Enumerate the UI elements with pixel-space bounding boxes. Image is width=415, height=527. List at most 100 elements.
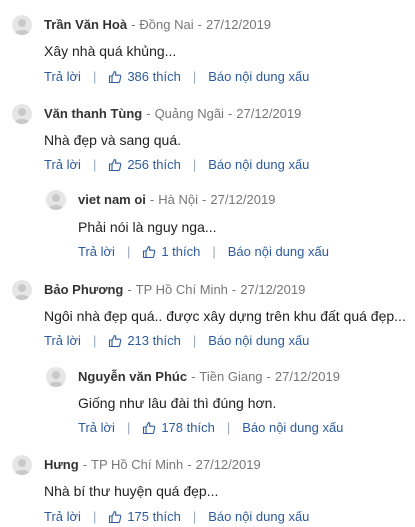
divider: | (226, 420, 231, 435)
author-name[interactable]: Nguyễn văn Phúc (78, 369, 187, 384)
separator: - (187, 457, 192, 472)
comment-header: Bảo Phương - TP Hồ Chí Minh -27/12/2019 (0, 280, 415, 300)
date: 27/12/2019 (274, 369, 340, 384)
comment-meta: viet nam oi - Hà Nội -27/12/2019 (78, 192, 275, 208)
avatar (46, 367, 66, 387)
comment-header: Trần Văn Hoà - Đồng Nai -27/12/2019 (0, 15, 415, 35)
separator: - (131, 17, 136, 32)
separator: - (202, 192, 207, 207)
like-count: 178 thích (161, 420, 215, 435)
comment-meta: Văn thanh Tùng - Quảng Ngãi -27/12/2019 (44, 106, 301, 122)
divider: | (192, 333, 197, 348)
report-button[interactable]: Báo nội dung xấu (208, 509, 309, 525)
divider: | (126, 420, 131, 435)
avatar (12, 280, 32, 300)
comment-text: Nhà bí thư huyện quá đẹp... (44, 483, 219, 499)
location: TP Hồ Chí Minh (135, 282, 228, 297)
comment-text: Phải nói là nguy nga... (78, 219, 217, 235)
divider: | (126, 244, 131, 259)
comment-text: Xây nhà quá khủng... (44, 43, 177, 59)
avatar (12, 455, 32, 475)
comment-item: Trần Văn Hoà - Đồng Nai -27/12/2019 Xây nhà… (0, 15, 415, 84)
date: 27/12/2019 (205, 17, 272, 32)
author-name[interactable]: Bảo Phương (44, 282, 123, 297)
date: 27/12/2019 (240, 282, 306, 297)
separator: - (127, 282, 132, 297)
separator: - (231, 282, 237, 297)
location: Quảng Ngãi (154, 106, 224, 121)
divider: | (92, 157, 97, 172)
reply-button[interactable]: Trả lời (78, 244, 115, 260)
separator: - (266, 369, 271, 384)
comment-item: Hưng - TP Hồ Chí Minh -27/12/2019 Nhà bí th… (0, 455, 415, 524)
user-silhouette-icon (48, 371, 64, 387)
divider: | (92, 509, 97, 524)
thumbs-up-icon (109, 158, 122, 172)
separator: - (197, 17, 202, 32)
comment-meta: Hưng - TP Hồ Chí Minh -27/12/2019 (44, 457, 261, 473)
comment-header: Văn thanh Tùng - Quảng Ngãi -27/12/2019 (0, 104, 415, 124)
date: 27/12/2019 (236, 106, 302, 121)
user-silhouette-icon (14, 459, 30, 475)
reply-item: Nguyễn văn Phúc - Tiền Giang -27/12/2019 Gi… (0, 367, 415, 435)
user-silhouette-icon (14, 284, 30, 300)
like-button[interactable]: 1 thích (142, 244, 200, 260)
divider: | (212, 244, 216, 259)
location: TP Hồ Chí Minh (91, 457, 184, 472)
author-name[interactable]: viet nam oi (78, 192, 146, 207)
comment-item: Bảo Phương - TP Hồ Chí Minh -27/12/2019 Ngô… (0, 280, 415, 348)
comment-meta: Nguyễn văn Phúc - Tiền Giang -27/12/2019 (78, 369, 340, 385)
comment-meta: Trần Văn Hoà - Đồng Nai -27/12/2019 (44, 17, 271, 33)
reply-button[interactable]: Trả lời (44, 333, 81, 349)
reply-button[interactable]: Trả lời (44, 69, 81, 85)
comment-actions: Trả lời | 178 thích | Báo nội dung xấu (78, 420, 343, 436)
comment-actions: Trả lời | 1 thích | Báo nội dung xấu (78, 244, 329, 260)
divider: | (192, 69, 197, 84)
reply-button[interactable]: Trả lời (44, 157, 81, 173)
divider: | (192, 157, 197, 172)
user-silhouette-icon (14, 108, 30, 124)
comment-actions: Trả lời | 213 thích | Báo nội dung xấu (44, 333, 309, 349)
location: Hà Nội (158, 192, 199, 207)
comment-actions: Trả lời | 386 thích | Báo nội dung xấu (44, 69, 309, 85)
user-silhouette-icon (48, 194, 64, 210)
author-name[interactable]: Hưng (44, 457, 79, 472)
thumbs-up-icon (143, 245, 156, 259)
comment-header: Hưng - TP Hồ Chí Minh -27/12/2019 (0, 455, 415, 475)
report-button[interactable]: Báo nội dung xấu (242, 420, 343, 436)
comment-header: viet nam oi - Hà Nội -27/12/2019 (0, 190, 415, 210)
separator: - (227, 106, 233, 121)
like-button[interactable]: 386 thích (108, 69, 181, 85)
like-count: 213 thích (127, 333, 181, 348)
author-name[interactable]: Trần Văn Hoà (44, 17, 127, 32)
like-button[interactable]: 175 thích (108, 509, 181, 525)
reply-button[interactable]: Trả lời (44, 509, 81, 525)
thumbs-up-icon (143, 421, 156, 435)
like-count: 256 thích (127, 157, 181, 172)
comment-header: Nguyễn văn Phúc - Tiền Giang -27/12/2019 (0, 367, 415, 387)
date: 27/12/2019 (195, 457, 261, 472)
author-name[interactable]: Văn thanh Tùng (44, 106, 142, 121)
comment-actions: Trả lời | 256 thích | Báo nội dung xấu (44, 157, 309, 173)
report-button[interactable]: Báo nội dung xấu (208, 333, 309, 349)
like-button[interactable]: 178 thích (142, 420, 215, 436)
comment-text: Giống như lâu đài thì đúng hơn. (78, 395, 277, 411)
like-button[interactable]: 213 thích (108, 333, 181, 349)
avatar (12, 15, 32, 35)
user-silhouette-icon (14, 19, 30, 35)
like-button[interactable]: 256 thích (108, 157, 181, 173)
report-button[interactable]: Báo nội dung xấu (208, 157, 309, 173)
report-button[interactable]: Báo nội dung xấu (208, 69, 309, 85)
thumbs-up-icon (109, 70, 122, 84)
location: Đồng Nai (139, 17, 194, 32)
reply-button[interactable]: Trả lời (78, 420, 115, 436)
comment-item: Văn thanh Tùng - Quảng Ngãi -27/12/2019 Nhà… (0, 104, 415, 172)
comment-text: Ngôi nhà đẹp quá.. được xây dựng trên kh… (44, 308, 406, 324)
like-count: 1 thích (161, 244, 201, 259)
separator: - (146, 106, 151, 121)
report-button[interactable]: Báo nội dung xấu (228, 244, 329, 260)
reply-item: viet nam oi - Hà Nội -27/12/2019 Phải nói l… (0, 190, 415, 259)
comment-actions: Trả lời | 175 thích | Báo nội dung xấu (44, 509, 309, 525)
avatar (12, 104, 32, 124)
divider: | (92, 333, 97, 348)
